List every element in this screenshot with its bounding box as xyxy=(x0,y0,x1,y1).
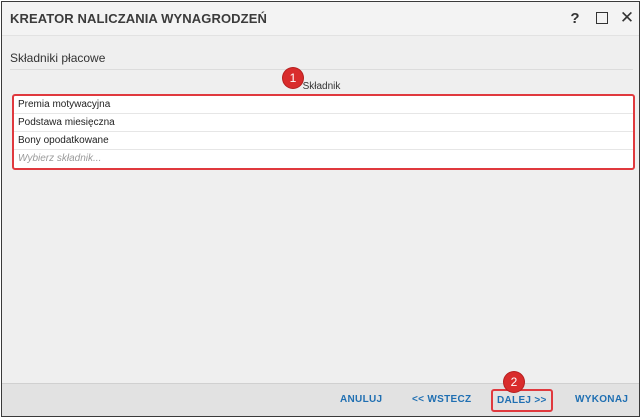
components-list: Premia motywacyjna Podstawa miesięczna B… xyxy=(12,94,635,170)
run-button[interactable]: WYKONAJ xyxy=(575,394,628,405)
footer-bar: ANULUJ << WSTECZ DALEJ >> WYKONAJ xyxy=(2,383,639,416)
help-icon[interactable]: ? xyxy=(565,8,585,28)
section-title: Składniki płacowe xyxy=(10,51,106,65)
column-header-skladnik: Składnik xyxy=(302,81,341,92)
title-bar: KREATOR NALICZANIA WYNAGRODZEŃ ? ✕ xyxy=(2,2,639,36)
cancel-button[interactable]: ANULUJ xyxy=(340,394,382,405)
callout-badge-1: 1 xyxy=(283,68,303,88)
wizard-window: KREATOR NALICZANIA WYNAGRODZEŃ ? ✕ Skład… xyxy=(1,1,640,417)
next-button[interactable]: DALEJ >> xyxy=(491,389,553,412)
back-button[interactable]: << WSTECZ xyxy=(412,394,471,405)
section-divider xyxy=(10,69,633,70)
list-item[interactable]: Podstawa miesięczna xyxy=(14,114,633,132)
window-title: KREATOR NALICZANIA WYNAGRODZEŃ xyxy=(10,11,267,26)
close-icon[interactable]: ✕ xyxy=(617,8,637,28)
maximize-icon[interactable] xyxy=(592,8,612,28)
callout-badge-2: 2 xyxy=(504,372,524,392)
list-item[interactable]: Bony opodatkowane xyxy=(14,132,633,150)
component-picker-input[interactable]: Wybierz składnik... xyxy=(14,150,633,168)
list-item[interactable]: Premia motywacyjna xyxy=(14,96,633,114)
